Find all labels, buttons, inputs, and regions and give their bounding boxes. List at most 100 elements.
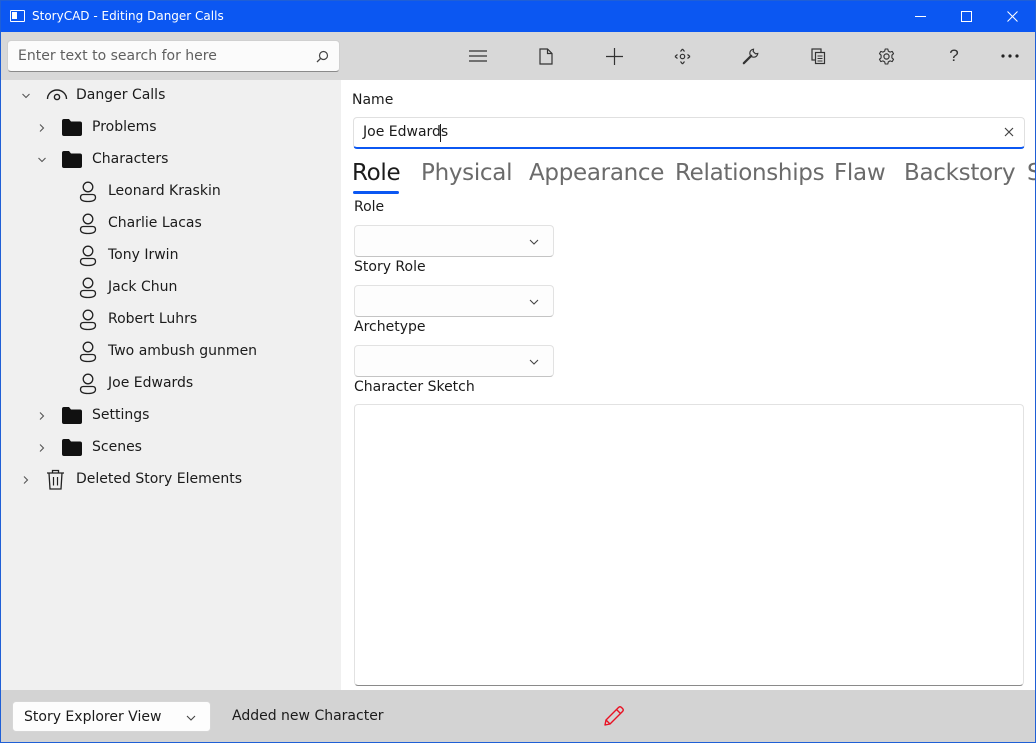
add-icon <box>605 47 623 65</box>
chevron-right-icon[interactable] <box>21 475 31 485</box>
character-editor: Name Joe Edwards Role Physical Appearanc… <box>341 80 1035 690</box>
story-explorer-tree: Danger Calls Problems Characters Leonard… <box>1 80 341 690</box>
tree-node-character[interactable]: Robert Luhrs <box>1 304 341 336</box>
hamburger-menu-button[interactable] <box>466 44 490 68</box>
more-button[interactable] <box>998 44 1022 68</box>
tree-node-label: Leonard Kraskin <box>108 183 221 199</box>
chevron-right-icon[interactable] <box>37 411 47 421</box>
tab-relationships[interactable]: Relationships <box>675 160 825 186</box>
tree-node-problems[interactable]: Problems <box>1 112 341 144</box>
tree-node-settings[interactable]: Settings <box>1 400 341 432</box>
app-icon <box>10 10 25 22</box>
tab-physical[interactable]: Physical <box>421 160 512 186</box>
character-sketch-textarea[interactable] <box>354 404 1024 686</box>
toolbar: Enter text to search for here ? <box>1 32 1035 80</box>
search-placeholder: Enter text to search for here <box>18 48 217 64</box>
tab-overflow[interactable]: S <box>1027 160 1035 186</box>
wrench-icon <box>742 48 758 64</box>
folder-icon <box>62 119 82 136</box>
settings-button[interactable] <box>874 44 898 68</box>
status-bar: Story Explorer View Added new Character <box>1 690 1035 742</box>
eye-icon <box>46 89 68 101</box>
trash-icon <box>47 469 64 490</box>
view-selector-dropdown[interactable]: Story Explorer View <box>12 701 211 732</box>
text-caret <box>440 124 441 142</box>
chevron-down-icon <box>529 359 539 365</box>
tree-node-root[interactable]: Danger Calls <box>1 80 341 112</box>
tree-node-character[interactable]: Leonard Kraskin <box>1 176 341 208</box>
tree-node-scenes[interactable]: Scenes <box>1 432 341 464</box>
tree-node-label: Characters <box>92 151 169 167</box>
tree-node-label: Two ambush gunmen <box>108 343 258 359</box>
help-icon: ? <box>949 46 959 65</box>
tree-node-label: Settings <box>92 407 150 423</box>
tree-node-label: Charlie Lacas <box>108 215 202 231</box>
chevron-down-icon <box>529 239 539 245</box>
tree-node-label: Problems <box>92 119 157 135</box>
close-button[interactable] <box>989 1 1035 32</box>
person-icon <box>79 181 97 203</box>
chevron-down-icon[interactable] <box>21 91 31 101</box>
folder-icon <box>62 407 82 424</box>
name-input[interactable]: Joe Edwards <box>353 117 1025 149</box>
minimize-button[interactable] <box>897 1 943 32</box>
tree-node-character[interactable]: Jack Chun <box>1 272 341 304</box>
person-icon <box>79 245 97 267</box>
tree-node-label: Jack Chun <box>108 279 178 295</box>
tree-node-character[interactable]: Two ambush gunmen <box>1 336 341 368</box>
chevron-right-icon[interactable] <box>37 443 47 453</box>
search-input[interactable]: Enter text to search for here <box>7 40 340 72</box>
close-icon <box>1006 11 1018 22</box>
person-icon <box>79 277 97 299</box>
app-window: StoryCAD - Editing Danger Calls Enter te… <box>0 0 1036 743</box>
chevron-right-icon[interactable] <box>37 123 47 133</box>
new-file-icon <box>539 47 553 65</box>
view-selector-value: Story Explorer View <box>24 709 162 725</box>
clear-icon[interactable] <box>1004 127 1014 137</box>
role-label: Role <box>354 199 385 215</box>
hamburger-menu-icon <box>469 50 487 62</box>
more-icon <box>1001 54 1019 58</box>
tree-node-character[interactable]: Tony Irwin <box>1 240 341 272</box>
tab-backstory[interactable]: Backstory <box>904 160 1016 186</box>
tree-node-label: Scenes <box>92 439 142 455</box>
chevron-down-icon[interactable] <box>37 155 47 165</box>
tree-node-label: Joe Edwards <box>108 375 194 391</box>
tree-node-character[interactable]: Joe Edwards <box>1 368 341 400</box>
tab-flaw[interactable]: Flaw <box>834 160 886 186</box>
story-role-label: Story Role <box>354 259 426 275</box>
person-icon <box>79 213 97 235</box>
archetype-label: Archetype <box>354 319 426 335</box>
person-icon <box>79 309 97 331</box>
new-file-button[interactable] <box>534 44 558 68</box>
maximize-button[interactable] <box>943 1 989 32</box>
tree-node-label: Robert Luhrs <box>108 311 198 327</box>
tree-node-character[interactable]: Charlie Lacas <box>1 208 341 240</box>
window-title: StoryCAD - Editing Danger Calls <box>32 9 224 23</box>
help-button[interactable]: ? <box>942 44 966 68</box>
gear-icon <box>878 47 894 65</box>
copy-pages-icon <box>810 47 825 64</box>
name-value: Joe Edwards <box>363 124 449 140</box>
move-button[interactable] <box>670 44 694 68</box>
role-dropdown[interactable] <box>354 225 554 257</box>
chevron-down-icon <box>186 715 196 721</box>
character-sketch-label: Character Sketch <box>354 379 475 395</box>
maximize-icon <box>960 11 972 22</box>
person-icon <box>79 373 97 395</box>
title-bar[interactable]: StoryCAD - Editing Danger Calls <box>1 1 1035 32</box>
tab-appearance[interactable]: Appearance <box>529 160 664 186</box>
tree-node-label: Tony Irwin <box>108 247 179 263</box>
archetype-dropdown[interactable] <box>354 345 554 377</box>
story-role-dropdown[interactable] <box>354 285 554 317</box>
pencil-edit-icon[interactable] <box>603 705 625 727</box>
tree-node-trash[interactable]: Deleted Story Elements <box>1 464 341 496</box>
tools-button[interactable] <box>738 44 762 68</box>
copy-pages-button[interactable] <box>806 44 830 68</box>
name-label: Name <box>352 92 394 108</box>
add-button[interactable] <box>602 44 626 68</box>
search-icon[interactable] <box>316 50 329 63</box>
selected-tab-indicator <box>353 191 399 194</box>
tab-role[interactable]: Role <box>352 160 401 186</box>
tree-node-characters[interactable]: Characters <box>1 144 341 176</box>
